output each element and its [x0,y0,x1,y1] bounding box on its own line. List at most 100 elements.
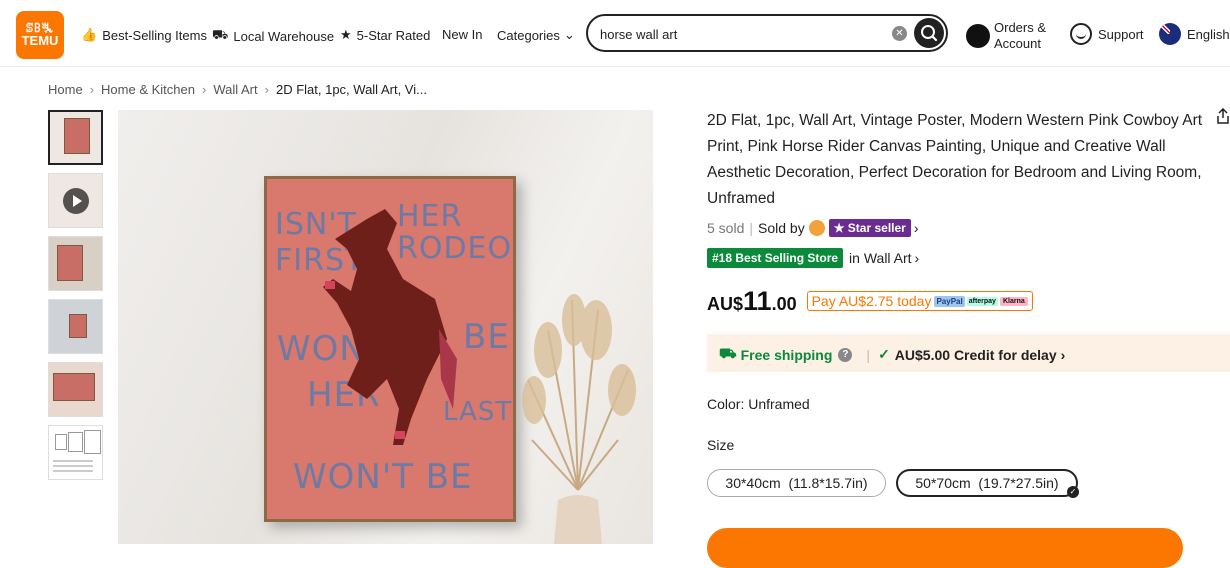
chevron-right-icon: › [914,250,920,266]
temu-logo[interactable]: ꕷꕗꔩ TEMU [16,11,64,59]
divider: | [866,346,871,363]
breadcrumb-home[interactable]: Home [48,82,83,97]
breadcrumb: Home › Home & Kitchen › Wall Art › 2D Flat, 1p… [48,82,427,97]
size-heading: Size [707,437,735,453]
paypal-logo: PayPal [934,295,965,307]
thumbs-up-icon: 👍 [81,27,98,42]
thumbnail-size-chart[interactable] [48,425,103,480]
breadcrumb-separator: › [89,82,95,97]
nav-label: Local Warehouse [233,28,335,44]
afterpay-logo: afterpay [966,296,998,306]
color-selection: Color: Unframed [707,396,810,412]
size-chart-small [55,434,67,450]
chevron-down-icon: ⌄ [563,27,575,42]
star-icon: ★ [833,221,848,235]
breadcrumb-separator: › [264,82,269,97]
free-shipping-label[interactable]: Free shipping [741,347,833,363]
account-label: Account [994,36,1041,51]
sold-count: 5 sold [707,220,745,236]
thumbnail-image [69,314,87,338]
nav-label: Best-Selling Items [102,27,207,43]
search-button[interactable] [914,18,944,48]
size-option-50x70[interactable]: 50*70cm (19.7*27.5in) ✓ [896,469,1079,498]
price-row: AU$ 11 .00 Pay AU$2.75 today PayPal afte… [707,286,1033,317]
product-title: 2D Flat, 1pc, Wall Art, Vintage Poster, … [707,112,1203,207]
search-icon [921,25,938,42]
support-label: Support [1098,26,1144,42]
main-product-image[interactable]: ISN'T HER FIRST RODEO WON'T BE HER LAST … [118,110,653,544]
size-option-label: 50*70cm (19.7*27.5in) [915,475,1059,491]
size-option-30x40[interactable]: 30*40cm (11.8*15.7in) [707,469,886,497]
size-chart-notes [53,460,93,462]
poster-artwork: ISN'T HER FIRST RODEO WON'T BE HER LAST … [264,176,516,522]
nav-five-star[interactable]: ★ 5-Star Rated [340,27,430,43]
shipping-banner: ⛟ Free shipping ? | ✓ AU$5.00 Credit for… [707,334,1230,372]
price-currency: AU$ [707,294,744,314]
nav-new-in[interactable]: New In [442,27,482,42]
size-chart-large [84,430,101,454]
play-icon [63,188,89,214]
pampas-grass-decoration [522,294,636,544]
nav-best-selling[interactable]: 👍 Best-Selling Items [81,27,207,43]
rank-category: in Wall Art [849,250,912,266]
truck-icon: ⛟ [719,345,737,361]
search-input[interactable] [598,24,882,44]
breadcrumb-wall-art[interactable]: Wall Art [213,82,257,97]
sold-row: 5 sold | Sold by ★ Star seller › [707,219,919,237]
logo-text: TEMU [21,33,59,48]
best-selling-badge: #18 Best Selling Store [707,248,844,268]
language-label: English [1187,26,1230,42]
thumbnail-1[interactable] [48,110,103,165]
pay-later-box[interactable]: Pay AU$2.75 today PayPal afterpay Klarna [806,291,1033,311]
orders-account-text: Orders & Account [994,20,1046,52]
thumbnail-image [57,245,83,281]
nav-categories[interactable]: Categories ⌄ [497,27,575,43]
pay-later-text: Pay AU$2.75 today [811,293,932,309]
nav-local-warehouse[interactable]: ⛟ Local Warehouse [212,27,334,45]
truck-icon: ⛟ [212,27,229,42]
poster-text: BE [463,317,510,357]
store-avatar[interactable] [808,220,825,236]
klarna-logo: Klarna [999,296,1028,306]
thumbnail-image [64,118,90,154]
clear-search-icon[interactable]: ✕ [892,26,907,41]
delay-credit-label[interactable]: AU$5.00 Credit for delay [895,347,1057,363]
divider: | [749,220,753,236]
rank-row[interactable]: #18 Best Selling Store in Wall Art › [707,248,919,268]
shipping-row: ⛟ Free shipping ? | ✓ AU$5.00 Credit for… [719,345,1065,364]
size-option-label: 30*40cm (11.8*15.7in) [725,475,868,491]
breadcrumb-home-kitchen[interactable]: Home & Kitchen [101,82,195,97]
nav-label: New In [442,27,483,42]
top-header: ꕷꕗꔩ TEMU 👍 Best-Selling Items ⛟ Local Wa… [0,0,1230,67]
language-selector[interactable]: English [1159,23,1230,45]
thumbnail-video[interactable] [48,173,103,228]
star-seller-label: Star seller [847,221,906,235]
thumbnail-5[interactable] [48,362,103,417]
breadcrumb-current: 2D Flat, 1pc, Wall Art, Vi... [275,82,427,97]
orders-account[interactable]: Orders & Account [966,20,1046,52]
support-icon [1070,23,1092,45]
star-badge-icon: ★ [340,27,352,42]
help-icon[interactable]: ? [838,347,853,362]
nav-label: 5-Star Rated [356,27,431,43]
thumbnail-3[interactable] [48,236,103,291]
thumbnail-4[interactable] [48,299,103,354]
chevron-right-icon: › [1060,346,1066,363]
size-chart-medium [68,432,83,452]
thumbnail-image [53,373,95,401]
star-seller-badge[interactable]: ★ Star seller [828,219,911,237]
add-to-cart-button[interactable] [707,528,1183,568]
orders-label: Orders & [994,20,1047,35]
search-bar: ✕ [586,14,948,52]
share-icon[interactable] [1216,108,1230,124]
australia-flag-icon [1159,23,1181,45]
sold-by-label: Sold by [758,220,805,236]
avatar [966,24,990,48]
chevron-right-icon[interactable]: › [914,220,919,236]
poster-text: WON'T BE [293,457,473,497]
check-icon: ✓ [878,346,890,362]
horse-illustration [323,209,457,445]
support-link[interactable]: Support [1070,23,1144,45]
breadcrumb-separator: › [201,82,207,97]
price-decimal: .00 [771,294,797,314]
